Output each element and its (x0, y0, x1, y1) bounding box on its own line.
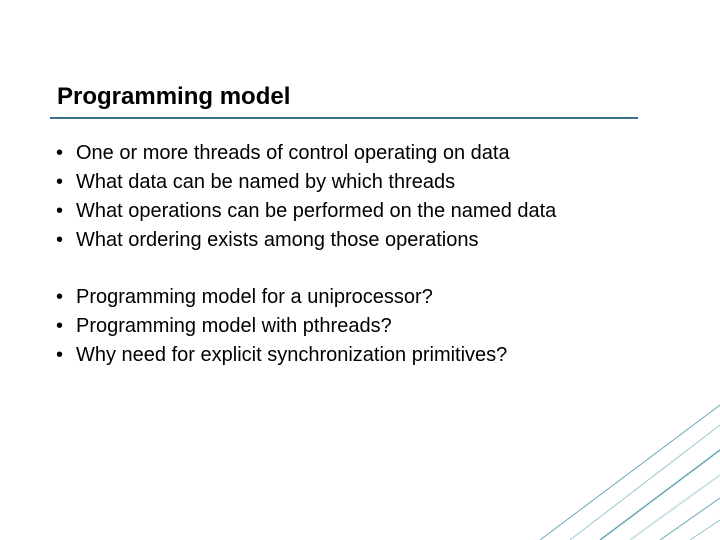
list-item: One or more threads of control operating… (50, 140, 650, 167)
list-item: What ordering exists among those operati… (50, 227, 650, 254)
bullet-group-2: Programming model for a uniprocessor? Pr… (50, 284, 650, 369)
title-rule (50, 117, 638, 119)
slide-title: Programming model (57, 83, 290, 111)
bullet-group-1: One or more threads of control operating… (50, 140, 650, 254)
list-item: What data can be named by which threads (50, 169, 650, 196)
spacer (50, 256, 650, 284)
slide-body: One or more threads of control operating… (50, 140, 650, 371)
list-item: What operations can be performed on the … (50, 198, 650, 225)
list-item: Why need for explicit synchronization pr… (50, 342, 650, 369)
slide: Programming model One or more threads of… (0, 0, 720, 540)
list-item: Programming model for a uniprocessor? (50, 284, 650, 311)
list-item: Programming model with pthreads? (50, 313, 650, 340)
corner-decoration (500, 380, 720, 540)
